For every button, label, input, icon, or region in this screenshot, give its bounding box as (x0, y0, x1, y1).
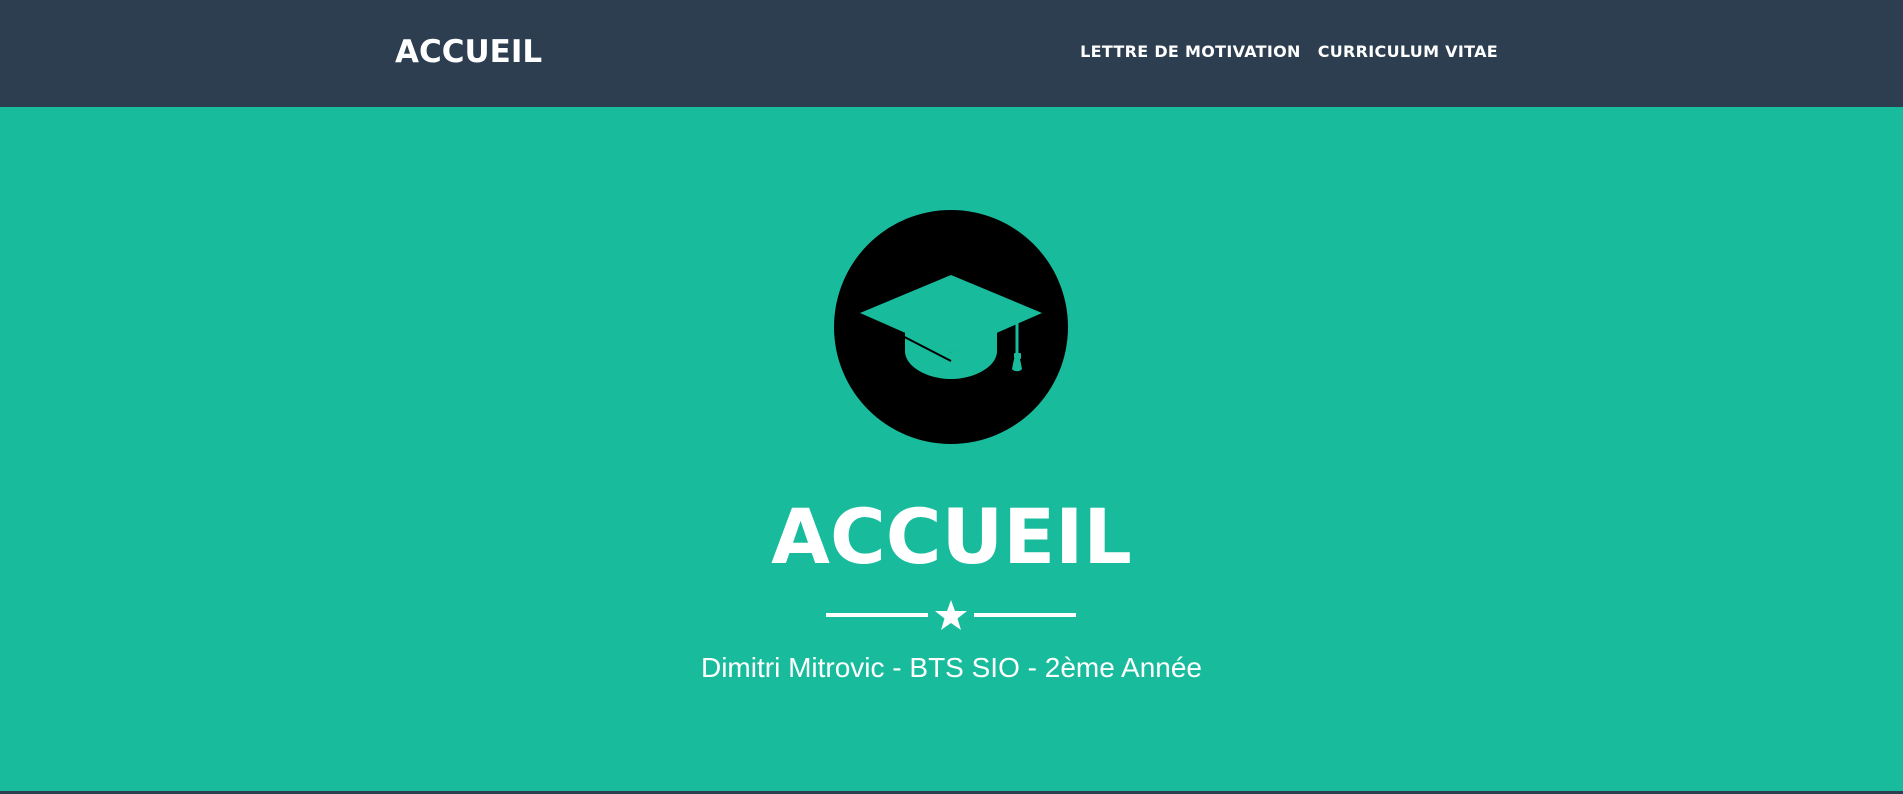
nav-links: LETTRE DE MOTIVATION CURRICULUM VITAE (1080, 40, 1498, 64)
top-navbar: ACCUEIL LETTRE DE MOTIVATION CURRICULUM … (0, 0, 1903, 107)
hero-title: ACCUEIL (771, 492, 1132, 581)
nav-link-lettre-de-motivation[interactable]: LETTRE DE MOTIVATION (1080, 40, 1301, 64)
brand-link[interactable]: ACCUEIL (395, 30, 542, 74)
divider-line-left (826, 613, 928, 617)
hero-subtitle: Dimitri Mitrovic - BTS SIO - 2ème Année (700, 652, 1202, 683)
nav-link-curriculum-vitae[interactable]: CURRICULUM VITAE (1318, 40, 1498, 64)
hero-section: ACCUEIL Dimitri Mitrovic - BTS SIO - 2èm… (0, 107, 1903, 791)
star-icon (935, 600, 967, 630)
graduation-cap-icon (834, 210, 1068, 444)
star-divider (826, 599, 1076, 630)
divider-line-right (974, 613, 1076, 617)
